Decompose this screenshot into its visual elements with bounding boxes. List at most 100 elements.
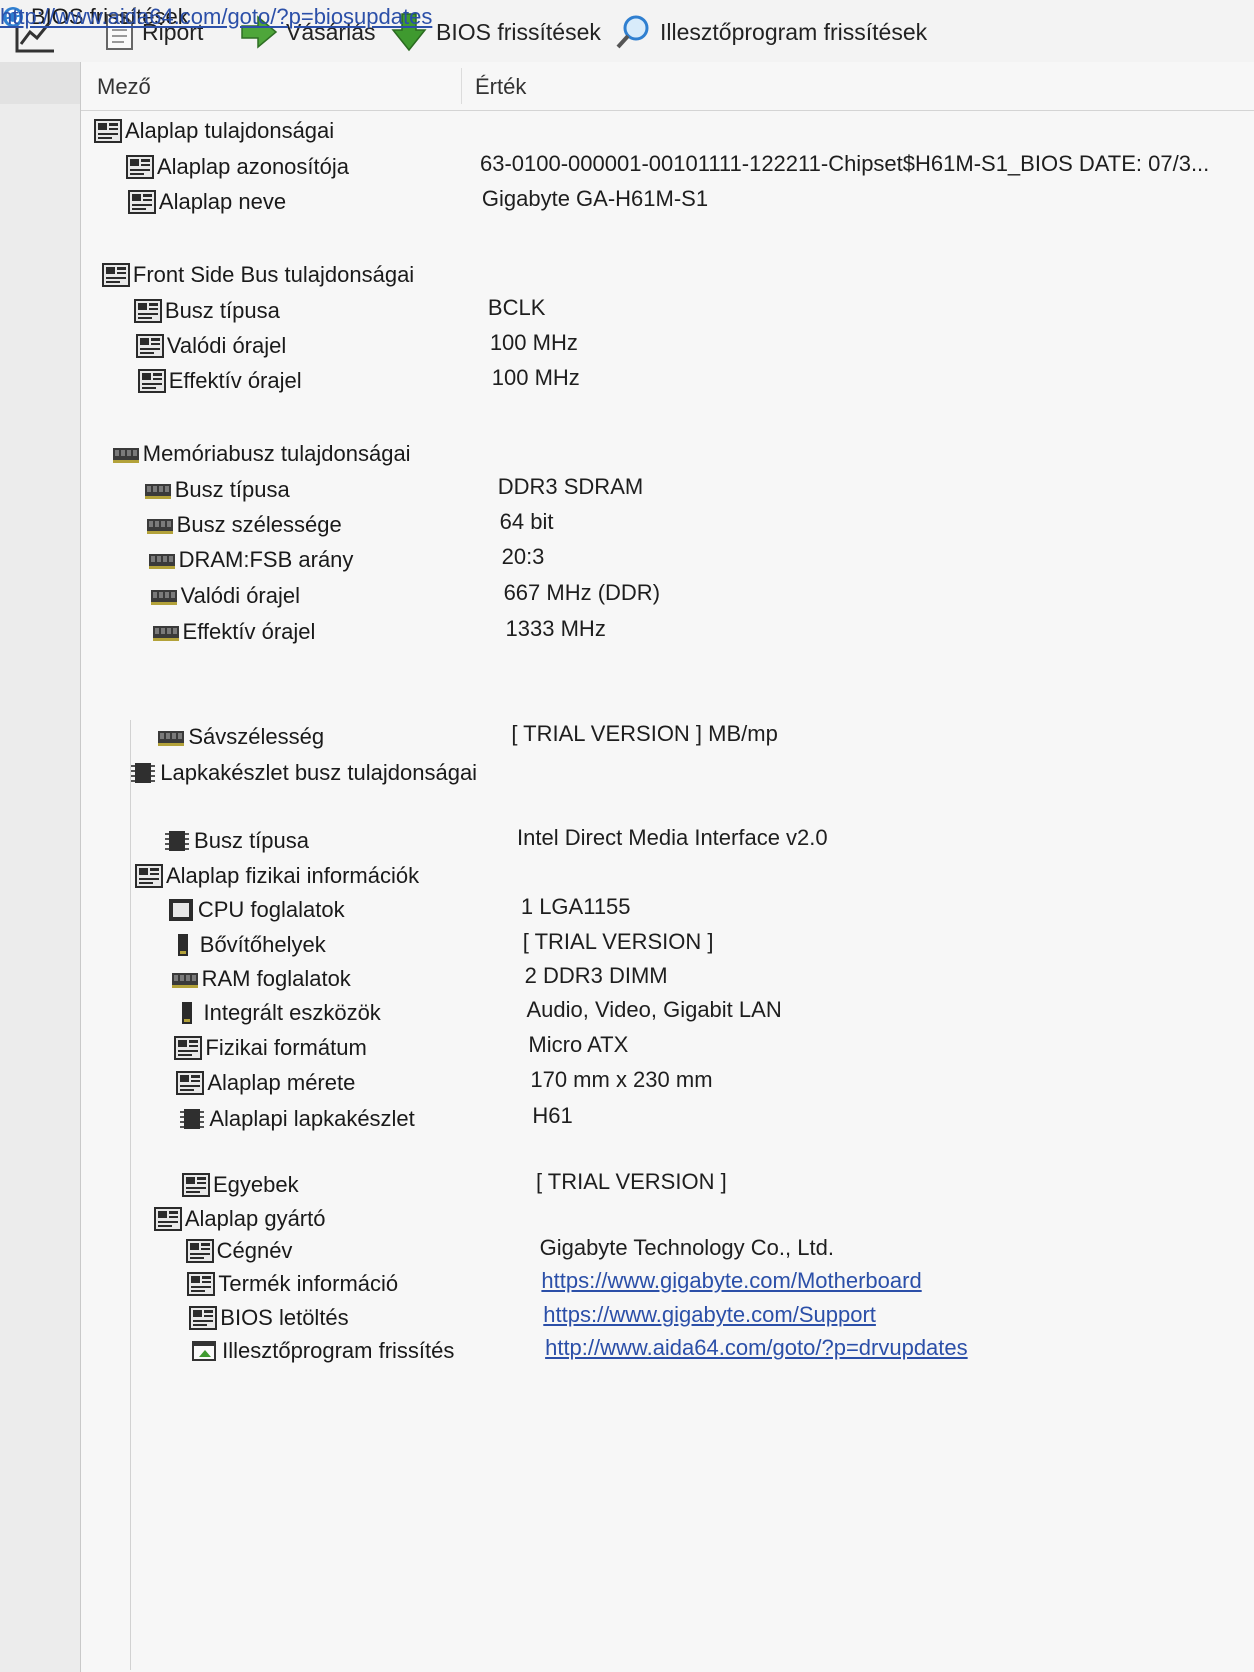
- field-label: Alaplapi lapkakészlet: [209, 1106, 415, 1131]
- field-value: 63-0100-000001-00101111-122211-Chipset$H…: [479, 151, 1210, 176]
- motherboard-icon: [153, 1207, 182, 1231]
- field-column-header[interactable]: Mező: [97, 74, 151, 100]
- field-label: CPU foglalatok: [197, 897, 345, 922]
- ram-icon: [171, 967, 199, 991]
- property-row[interactable]: Valódi órajel: [135, 329, 287, 363]
- field-label: Sávszélesség: [188, 724, 325, 749]
- property-row[interactable]: Valódi órajel: [150, 579, 300, 613]
- motherboard-icon: [125, 155, 154, 179]
- property-row[interactable]: Alaplap mérete: [176, 1066, 355, 1100]
- field-label: Busz típusa: [164, 298, 280, 323]
- field-label: Alaplap mérete: [207, 1070, 356, 1095]
- motherboard-icon: [187, 1272, 216, 1296]
- field-value: 1 LGA1155: [520, 894, 631, 919]
- motherboard-icon: [133, 299, 162, 323]
- motherboard-icon: [127, 190, 156, 214]
- group-header[interactable]: Alaplap fizikai információk: [134, 859, 420, 893]
- property-row[interactable]: Effektív órajel: [137, 364, 302, 398]
- property-row[interactable]: Integrált eszközök: [173, 996, 381, 1030]
- tree-guide-line: [130, 720, 131, 1670]
- field-label: Effektív órajel: [182, 619, 316, 644]
- driver-updates-button[interactable]: Illesztőprogram frissítések: [614, 14, 927, 50]
- field-value: H61: [532, 1103, 573, 1128]
- field-value: 1333 MHz: [505, 616, 606, 641]
- group-header[interactable]: Memóriabusz tulajdonságai: [112, 437, 411, 471]
- property-row[interactable]: Cégnév: [185, 1234, 292, 1268]
- chip-icon: [178, 1107, 206, 1131]
- property-row[interactable]: BIOS letöltés: [189, 1301, 349, 1335]
- field-value: Gigabyte GA-H61M-S1: [481, 186, 709, 211]
- field-label: Effektív órajel: [168, 368, 302, 393]
- property-row[interactable]: Fizikai formátum: [174, 1031, 367, 1065]
- property-row[interactable]: Effektív órajel: [152, 615, 316, 649]
- column-header: Mező Érték: [81, 62, 1254, 111]
- group-header[interactable]: Front Side Bus tulajdonságai: [101, 258, 414, 292]
- property-row[interactable]: Sávszélesség: [157, 720, 324, 754]
- bios-updates-label: BIOS frissítések: [436, 18, 601, 45]
- field-label: Termék információ: [218, 1271, 399, 1296]
- field-label: Alaplap tulajdonságai: [125, 118, 335, 143]
- ram-icon: [148, 548, 176, 572]
- field-label: Lapkakészlet busz tulajdonságai: [160, 760, 478, 785]
- motherboard-icon: [176, 1071, 205, 1095]
- field-value: 100 MHz: [491, 365, 580, 390]
- group-header[interactable]: Alaplap tulajdonságai: [94, 114, 334, 148]
- navigation-pane[interactable]: [0, 62, 81, 1672]
- property-row[interactable]: Alaplapi lapkakészlet: [178, 1102, 415, 1136]
- field-label: BIOS letöltés: [220, 1305, 349, 1330]
- ram-icon: [112, 442, 140, 466]
- group-header[interactable]: Lapkakészlet busz tulajdonságai: [129, 756, 477, 790]
- property-row[interactable]: Alaplap azonosítója: [125, 150, 349, 184]
- field-label: Valódi órajel: [166, 333, 287, 358]
- field-label: Egyebek: [212, 1172, 299, 1197]
- field-value: Gigabyte Technology Co., Ltd.: [539, 1235, 834, 1260]
- ram-icon: [157, 725, 185, 749]
- expansion-card-icon: [169, 933, 197, 957]
- value-link[interactable]: http://www.aida64.com/goto/?p=biosupdate…: [0, 0, 432, 34]
- motherboard-icon: [189, 1306, 218, 1330]
- property-row[interactable]: RAM foglalatok: [171, 962, 351, 996]
- driver-update-icon: [191, 1339, 219, 1363]
- motherboard-icon: [174, 1036, 203, 1060]
- property-row[interactable]: Busz típusa: [163, 824, 309, 858]
- property-row[interactable]: Busz szélessége: [146, 508, 342, 542]
- field-value: 170 mm x 230 mm: [530, 1067, 713, 1092]
- motherboard-icon: [101, 263, 130, 287]
- group-header[interactable]: Alaplap gyártó: [153, 1202, 325, 1236]
- field-value: 2 DDR3 DIMM: [524, 963, 668, 988]
- property-row[interactable]: Egyebek: [181, 1168, 299, 1202]
- chip-icon: [163, 829, 191, 853]
- value-column-header[interactable]: Érték: [475, 74, 526, 100]
- motherboard-icon: [137, 369, 166, 393]
- field-value: [ TRIAL VERSION ]: [522, 929, 714, 954]
- navigation-selection: [0, 62, 80, 104]
- column-separator[interactable]: [461, 68, 462, 104]
- field-value: Micro ATX: [528, 1032, 629, 1057]
- field-label: Alaplap azonosítója: [156, 154, 349, 179]
- motherboard-icon: [181, 1173, 210, 1197]
- value-link[interactable]: https://www.gigabyte.com/Support: [543, 1298, 876, 1332]
- value-link[interactable]: http://www.aida64.com/goto/?p=drvupdates: [545, 1331, 968, 1365]
- property-row[interactable]: Alaplap neve: [127, 185, 286, 219]
- property-row[interactable]: DRAM:FSB arány: [148, 543, 353, 577]
- field-label: Bővítőhelyek: [199, 932, 326, 957]
- field-value: DDR3 SDRAM: [497, 474, 644, 499]
- property-row[interactable]: Illesztőprogram frissítés: [191, 1334, 454, 1368]
- property-row[interactable]: Bővítőhelyek: [169, 928, 326, 962]
- value-link[interactable]: https://www.gigabyte.com/Motherboard: [541, 1264, 921, 1298]
- field-label: Alaplap fizikai információk: [165, 863, 420, 888]
- field-value: BCLK: [487, 295, 546, 320]
- property-row[interactable]: CPU foglalatok: [167, 893, 345, 927]
- field-value: Audio, Video, Gigabit LAN: [526, 997, 782, 1022]
- property-row[interactable]: Termék információ: [187, 1267, 398, 1301]
- field-label: RAM foglalatok: [201, 966, 351, 991]
- ram-icon: [152, 620, 180, 644]
- motherboard-icon: [135, 334, 164, 358]
- field-value: 20:3: [501, 544, 545, 569]
- motherboard-icon: [94, 119, 122, 143]
- field-label: Integrált eszközök: [203, 1000, 381, 1025]
- field-label: Valódi órajel: [180, 583, 301, 608]
- property-row[interactable]: Busz típusa: [133, 294, 280, 328]
- property-row[interactable]: Busz típusa: [144, 473, 290, 507]
- field-value: 64 bit: [499, 509, 554, 534]
